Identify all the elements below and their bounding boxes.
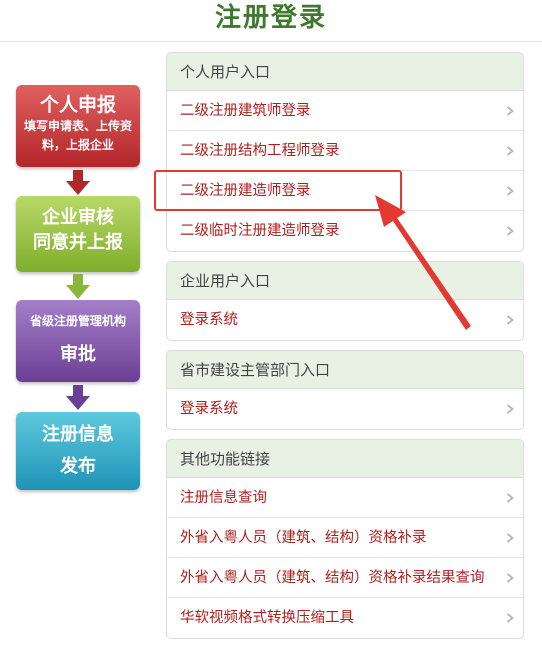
chevron-right-icon xyxy=(506,146,514,156)
chevron-right-icon xyxy=(506,186,514,196)
page-title: 注册登录 xyxy=(214,3,327,33)
link-label: 注册信息查询 xyxy=(180,490,267,506)
link-label: 登录系统 xyxy=(180,401,238,417)
flow-step-desc: 填写申请表、上传资料，上报企业 xyxy=(23,119,132,152)
chevron-right-icon xyxy=(506,226,514,236)
link-video-tool[interactable]: 华软视频格式转换压缩工具 xyxy=(167,598,523,638)
flow-step-company-review: 企业审核 同意并上报 xyxy=(16,196,140,272)
panel-header: 省市建设主管部门入口 xyxy=(167,351,523,389)
flow-step-title: 注册信息 xyxy=(42,424,114,445)
flow-step-desc: 发布 xyxy=(60,456,96,477)
arrow-down-icon xyxy=(66,385,90,410)
link-label: 二级注册结构工程师登录 xyxy=(180,143,340,159)
link-registration-query[interactable]: 注册信息查询 xyxy=(167,478,523,518)
arrow-down-icon xyxy=(66,274,90,299)
arrow-down-icon xyxy=(66,170,90,195)
link-label: 外省入粤人员（建筑、结构）资格补录结果查询 xyxy=(180,570,485,586)
title-divider xyxy=(0,41,542,42)
chevron-right-icon xyxy=(506,315,514,325)
link-label: 外省入粤人员（建筑、结构）资格补录 xyxy=(180,530,427,546)
flow-step-desc: 同意并上报 xyxy=(33,232,123,253)
chevron-right-icon xyxy=(506,573,514,583)
link-qualification-supplement[interactable]: 外省入粤人员（建筑、结构）资格补录 xyxy=(167,518,523,558)
link-structural-engineer-login[interactable]: 二级注册结构工程师登录 xyxy=(167,131,523,171)
chevron-right-icon xyxy=(506,613,514,623)
chevron-right-icon xyxy=(506,106,514,116)
link-label: 登录系统 xyxy=(180,312,238,328)
flow-step-publish: 注册信息 发布 xyxy=(16,412,140,490)
panel-header: 个人用户入口 xyxy=(167,53,523,91)
panel-other-links: 其他功能链接 注册信息查询 外省入粤人员（建筑、结构）资格补录 外省入粤人员（建… xyxy=(166,439,524,639)
link-authority-login[interactable]: 登录系统 xyxy=(167,389,523,429)
flow-step-desc: 审批 xyxy=(60,344,96,365)
chevron-right-icon xyxy=(506,404,514,414)
flow-step-title: 个人申报 xyxy=(39,94,116,116)
flow-step-personal-apply: 个人申报 填写申请表、上传资料，上报企业 xyxy=(16,85,140,167)
flow-step-provincial-approval: 省级注册管理机构 审批 xyxy=(16,300,140,382)
link-supplement-result-query[interactable]: 外省入粤人员（建筑、结构）资格补录结果查询 xyxy=(167,558,523,598)
panel-authority-entry: 省市建设主管部门入口 登录系统 xyxy=(166,350,524,430)
chevron-right-icon xyxy=(506,493,514,503)
flow-step-title: 企业审核 xyxy=(42,207,114,228)
chevron-right-icon xyxy=(506,533,514,543)
flow-step-title: 省级注册管理机构 xyxy=(29,314,126,328)
panel-header: 其他功能链接 xyxy=(167,440,523,478)
link-label: 二级临时注册建造师登录 xyxy=(180,223,340,239)
link-label: 二级注册建筑师登录 xyxy=(180,103,311,119)
link-label: 华软视频格式转换压缩工具 xyxy=(180,610,354,626)
link-architect-login[interactable]: 二级注册建筑师登录 xyxy=(167,91,523,131)
pointer-arrow-icon xyxy=(375,195,471,330)
